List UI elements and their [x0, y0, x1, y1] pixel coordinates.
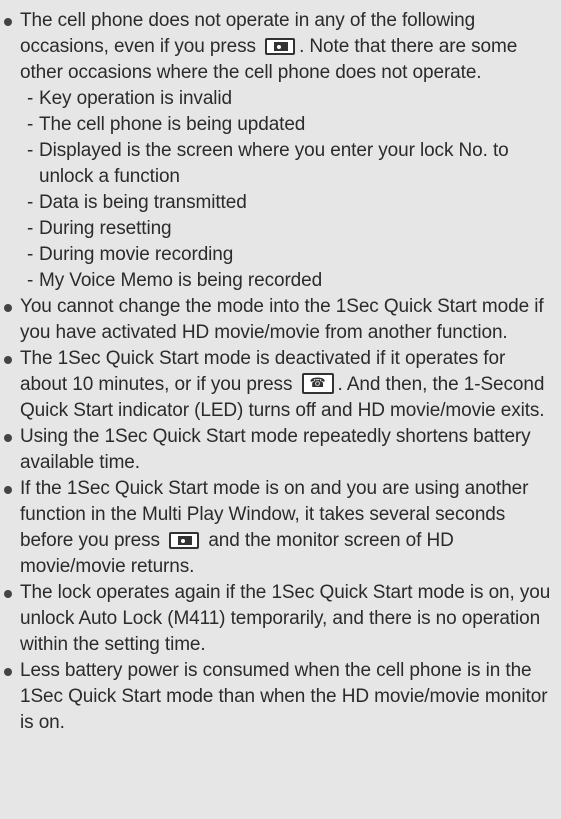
sub-list-item: - Displayed is the screen where you enter… — [27, 140, 509, 187]
list-item: The cell phone does not operate in any o… — [0, 8, 553, 294]
sub-list-item: - My Voice Memo is being recorded — [27, 270, 323, 291]
sub-list: - Key operation is invalid - The cell phon… — [20, 86, 553, 294]
note-text: Less battery power is consumed when the … — [20, 660, 548, 733]
list-item: The 1Sec Quick Start mode is deactivated… — [0, 346, 553, 424]
camera-key-icon — [265, 38, 296, 55]
sub-item-text: Displayed is the screen where you enter … — [39, 140, 509, 187]
sub-list-item: - Data is being transmitted — [27, 192, 247, 213]
power-key-icon: ☎ — [301, 373, 334, 394]
notes-list: The cell phone does not operate in any o… — [0, 0, 561, 736]
sub-item-text: During movie recording — [39, 244, 234, 265]
sub-list-item: - During resetting — [27, 218, 172, 239]
sub-item-text: Key operation is invalid — [39, 88, 232, 109]
list-item: Using the 1Sec Quick Start mode repeated… — [0, 424, 553, 476]
manual-page: The cell phone does not operate in any o… — [0, 0, 561, 819]
list-item: You cannot change the mode into the 1Sec… — [0, 294, 553, 346]
sub-list-item: - Key operation is invalid — [27, 88, 232, 109]
sub-item-text: My Voice Memo is being recorded — [39, 270, 323, 291]
list-item: Less battery power is consumed when the … — [0, 658, 553, 736]
camera-key-icon — [169, 532, 200, 549]
note-text: The lock operates again if the 1Sec Quic… — [20, 582, 551, 655]
sub-item-text: Data is being transmitted — [39, 192, 247, 213]
sub-item-text: During resetting — [39, 218, 172, 239]
sub-list-item: - The cell phone is being updated — [27, 114, 306, 135]
list-item: If the 1Sec Quick Start mode is on and y… — [0, 476, 553, 580]
list-item: The lock operates again if the 1Sec Quic… — [0, 580, 553, 658]
sub-item-text: The cell phone is being updated — [39, 114, 306, 135]
note-text: Using the 1Sec Quick Start mode repeated… — [20, 426, 531, 473]
sub-list-item: - During movie recording — [27, 244, 234, 265]
note-text: You cannot change the mode into the 1Sec… — [20, 296, 544, 343]
